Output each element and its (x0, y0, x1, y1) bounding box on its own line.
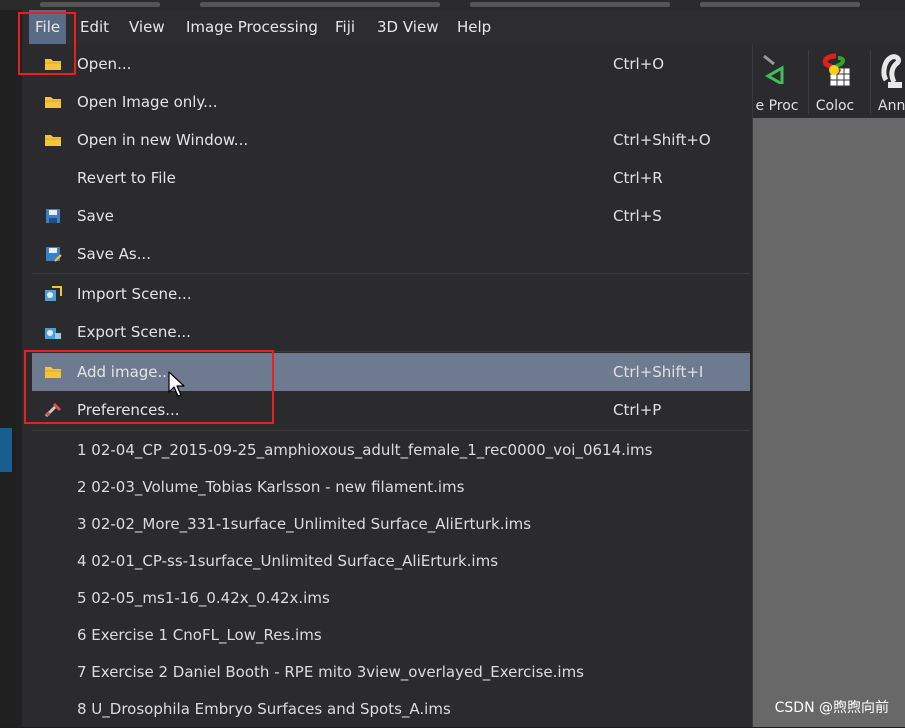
menu-item-label: Import Scene... (77, 285, 192, 303)
image-processing-label: e Proc (755, 98, 799, 114)
menu-item-label: Revert to File (77, 169, 176, 187)
menu-separator (32, 430, 750, 431)
menu-item-open-image-only[interactable]: Open Image only... (32, 83, 750, 121)
menu-item-open[interactable]: Open... Ctrl+O (32, 45, 750, 83)
toolbar: e Proc Coloc Ann (752, 44, 905, 118)
recent-file-item[interactable]: 7 Exercise 2 Daniel Booth - RPE mito 3vi… (77, 654, 584, 691)
menu-bar: File Edit View Image Processing Fiji 3D … (22, 10, 905, 44)
menu-view[interactable]: View (123, 10, 171, 44)
annotation-button[interactable]: Ann (876, 44, 905, 118)
menu-item-label: Export Scene... (77, 323, 191, 341)
shortcut-label: Ctrl+S (613, 207, 662, 225)
recent-file-item[interactable]: 4 02-01_CP-ss-1surface_Unlimited Surface… (77, 543, 498, 580)
title-bar (0, 0, 905, 10)
recent-file-item[interactable]: 2 02-03_Volume_Tobias Karlsson - new fil… (77, 469, 464, 506)
menu-file[interactable]: File (29, 10, 67, 44)
menu-item-revert-to-file[interactable]: Revert to File Ctrl+R (32, 159, 750, 197)
recent-file-item[interactable]: 6 Exercise 1 CnoFL_Low_Res.ims (77, 617, 322, 654)
menu-image-processing[interactable]: Image Processing (180, 10, 324, 44)
shortcut-label: Ctrl+Shift+I (613, 363, 704, 381)
menu-fiji[interactable]: Fiji (329, 10, 361, 44)
recent-file-item[interactable]: 8 U_Drosophila Embryo Surfaces and Spots… (77, 691, 451, 728)
menu-item-export-scene[interactable]: Export Scene... (32, 313, 750, 351)
recent-file-item[interactable]: 3 02-02_More_331-1surface_Unlimited Surf… (77, 506, 531, 543)
watermark: CSDN @煦煦向前 (774, 700, 889, 716)
menu-item-save[interactable]: Save Ctrl+S (32, 197, 750, 235)
save-as-icon (46, 247, 62, 262)
menu-item-label: Save As... (77, 245, 151, 263)
coloc-icon (822, 53, 851, 87)
menu-item-label: Preferences... (77, 401, 180, 419)
coloc-label: Coloc (815, 98, 855, 114)
shortcut-label: Ctrl+O (613, 55, 665, 73)
shortcut-label: Ctrl+P (613, 401, 662, 419)
folder-icon (45, 97, 61, 108)
export-scene-icon (45, 328, 61, 339)
menu-separator (32, 351, 750, 352)
menu-item-label: Open in new Window... (77, 131, 249, 149)
import-scene-icon (45, 286, 62, 301)
left-edge-strip (0, 0, 22, 727)
menu-help[interactable]: Help (451, 10, 497, 44)
menu-item-import-scene[interactable]: Import Scene... (32, 275, 750, 313)
menu-item-preferences[interactable]: Preferences... Ctrl+P (32, 391, 750, 429)
preferences-icon (44, 402, 62, 418)
menu-edit[interactable]: Edit (74, 10, 115, 44)
menu-item-label: Open... (77, 55, 132, 73)
menu-item-add-image[interactable]: Add image... Ctrl+Shift+I (32, 353, 750, 391)
menu-item-label: Save (77, 207, 114, 225)
folder-icon (45, 367, 61, 378)
viewer-canvas[interactable]: CSDN @煦煦向前 (752, 118, 905, 727)
image-processing-icon (763, 54, 784, 84)
mouse-cursor-icon (168, 371, 185, 397)
toolbar-separator (808, 50, 809, 114)
recent-file-item[interactable]: 5 02-05_ms1-16_0.42x_0.42x.ims (77, 580, 330, 617)
menu-item-save-as[interactable]: Save As... (32, 235, 750, 273)
annotation-icon (881, 54, 902, 88)
menu-item-label: Add image... (77, 363, 172, 381)
menu-separator (32, 273, 750, 274)
recent-file-item[interactable]: 1 02-04_CP_2015-09-25_amphioxous_adult_f… (77, 432, 653, 469)
left-edge-accent (0, 428, 12, 472)
menu-item-open-new-window[interactable]: Open in new Window... Ctrl+Shift+O (32, 121, 750, 159)
file-menu-dropdown: Open... Ctrl+O Open Image only... Open i… (22, 44, 753, 727)
menu-item-label: Open Image only... (77, 93, 218, 111)
coloc-button[interactable]: Coloc (810, 44, 860, 118)
menu-3d-view[interactable]: 3D View (371, 10, 444, 44)
shortcut-label: Ctrl+R (613, 169, 663, 187)
folder-icon (45, 59, 61, 70)
image-processing-button[interactable]: e Proc (752, 44, 802, 118)
shortcut-label: Ctrl+Shift+O (613, 131, 711, 149)
folder-icon (45, 135, 61, 146)
annotation-label: Ann (878, 98, 905, 114)
save-icon (46, 209, 60, 223)
toolbar-separator (870, 50, 871, 114)
